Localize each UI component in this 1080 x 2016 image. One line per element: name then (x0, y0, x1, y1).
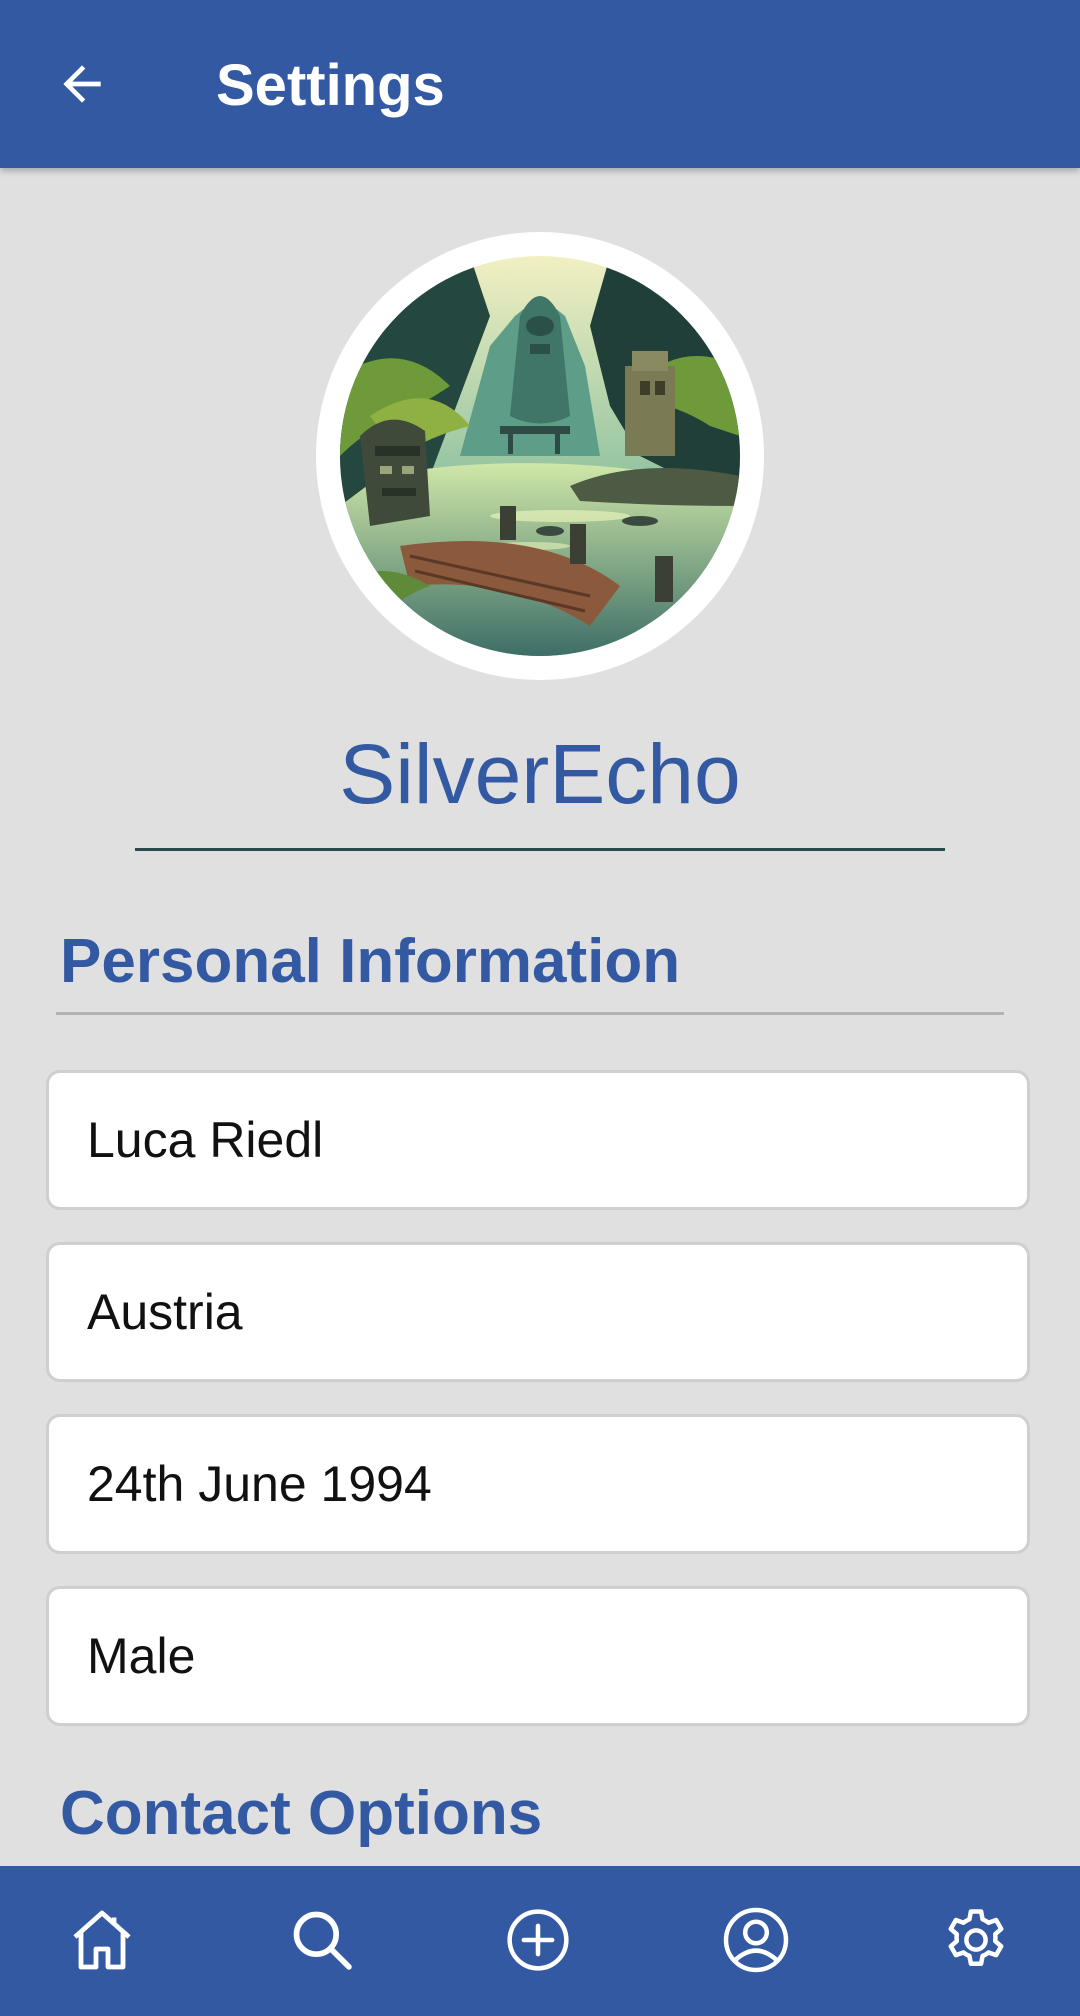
nav-settings-button[interactable] (926, 1890, 1026, 1990)
contact-options-heading: Contact Options (60, 1779, 543, 1848)
bottom-navigation (0, 1866, 1080, 2016)
nav-profile-button[interactable] (706, 1890, 806, 1990)
home-icon (73, 1910, 131, 1970)
full-name-field[interactable] (46, 1070, 1030, 1210)
nav-add-button[interactable] (488, 1890, 588, 1990)
full-name-input[interactable] (87, 1073, 987, 1207)
nav-home-button[interactable] (52, 1890, 152, 1990)
username[interactable]: SilverEcho (135, 724, 945, 824)
country-field[interactable] (46, 1242, 1030, 1382)
username-underline (135, 848, 945, 851)
birth-date-field[interactable] (46, 1414, 1030, 1554)
gear-icon (948, 1909, 1004, 1966)
page-title: Settings (216, 53, 445, 118)
add-circle-icon (507, 1909, 569, 1971)
country-input[interactable] (87, 1245, 987, 1379)
section-divider (56, 1012, 1004, 1015)
app-bar: Settings (0, 0, 1080, 168)
personal-information-heading: Personal Information (60, 927, 681, 996)
nav-search-button[interactable] (272, 1890, 372, 1990)
search-icon (293, 1911, 352, 1970)
back-button[interactable] (44, 46, 120, 122)
gender-input[interactable] (87, 1589, 987, 1723)
birth-date-input[interactable] (87, 1417, 987, 1551)
profile-icon (723, 1907, 789, 1973)
gender-field[interactable] (46, 1586, 1030, 1726)
avatar[interactable] (340, 256, 740, 656)
avatar-image (340, 256, 740, 656)
arrow-left-icon (63, 65, 101, 103)
